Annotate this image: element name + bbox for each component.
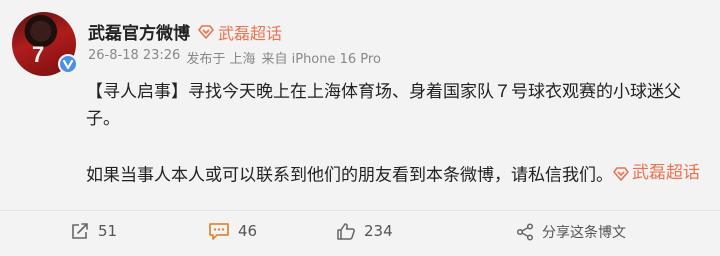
comment-count: 46 — [238, 222, 258, 240]
diamond-icon — [613, 166, 629, 181]
divider — [0, 210, 720, 211]
like-count: 234 — [364, 222, 393, 240]
post-text-line2-body: 如果当事人本人或可以联系到他们的朋友看到本条微博，请私信我们。 — [86, 165, 613, 186]
post-text-line1: 【寻人启事】寻找今天晚上在上海体育场、身着国家队７号球衣观赛的小球迷父子。 — [86, 82, 681, 129]
forward-icon — [72, 223, 88, 239]
author-name[interactable]: 武磊官方微博 — [88, 19, 190, 44]
forward-button[interactable]: 51 — [70, 222, 117, 240]
like-icon — [337, 223, 355, 240]
supertopic-label: 武磊超话 — [218, 23, 283, 43]
weibo-post-card: 7 武磊官方微博 武磊超话 26-8-18 23:26 发布于 上海 来自 iP… — [0, 0, 720, 256]
post-meta: 26-8-18 23:26 发布于 上海 来自 iPhone 16 Pro — [88, 48, 381, 67]
comment-icon — [209, 223, 229, 240]
action-bar: 51 46 234 分享这条博文 — [0, 222, 720, 248]
post-source: 来自 iPhone 16 Pro — [261, 52, 381, 67]
verified-icon — [58, 54, 78, 74]
like-button[interactable]: 234 — [336, 222, 393, 240]
post-location: 发布于 上海 — [186, 52, 256, 67]
supertopic-link[interactable]: 武磊超话 — [198, 20, 282, 44]
share-icon — [516, 223, 534, 241]
share-label: 分享这条博文 — [542, 225, 626, 241]
avatar-jersey-number: 7 — [32, 42, 45, 67]
post-content: 【寻人启事】寻找今天晚上在上海体育场、身着国家队７号球衣观赛的小球迷父子。 如果… — [86, 79, 706, 190]
post-text-line2: 如果当事人本人或可以联系到他们的朋友看到本条微博，请私信我们。 武磊超话 — [86, 160, 706, 190]
comment-button[interactable]: 46 — [208, 222, 257, 240]
share-button[interactable]: 分享这条博文 — [516, 222, 626, 242]
author-row: 武磊官方微博 武磊超话 — [88, 19, 282, 45]
avatar-container[interactable]: 7 — [12, 12, 78, 76]
post-timestamp[interactable]: 26-8-18 23:26 — [88, 48, 180, 67]
forward-count: 51 — [98, 222, 118, 240]
diamond-icon — [198, 24, 214, 39]
inline-supertopic-label: 武磊超话 — [632, 163, 700, 183]
inline-supertopic-link[interactable]: 武磊超话 — [613, 160, 700, 187]
